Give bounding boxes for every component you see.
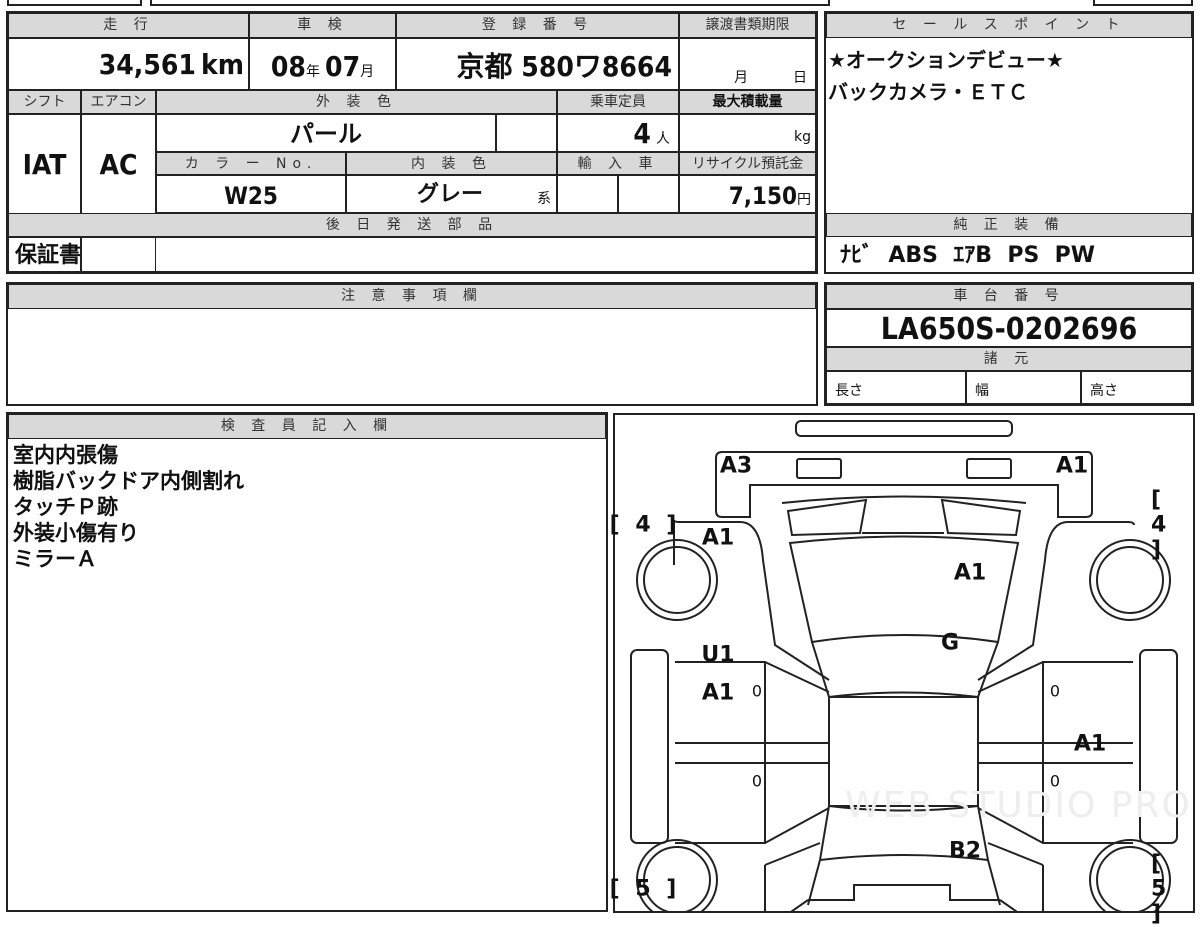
inspector-line: 外装小傷有り bbox=[13, 521, 139, 545]
import-cell-2 bbox=[618, 175, 679, 213]
color-no-label: カ ラ ー No. bbox=[156, 152, 346, 175]
damage-mark: A1 bbox=[1055, 453, 1089, 479]
specs-label: 諸 元 bbox=[826, 347, 1192, 371]
door-zero: 0 bbox=[751, 771, 763, 791]
damage-mark: A1 bbox=[701, 680, 735, 706]
damage-mark: G bbox=[940, 630, 960, 656]
max-load-label: 最大積載量 bbox=[679, 90, 816, 114]
interior-color-suffix: 系 bbox=[537, 191, 551, 207]
mileage-value: 34,561 bbox=[98, 48, 196, 81]
inspector-line: 樹脂バックドア内側割れ bbox=[13, 469, 244, 493]
aircon-label: エアコン bbox=[81, 90, 156, 114]
recycle-label: リサイクル預託金 bbox=[679, 152, 816, 175]
genuine-equipment-value: ﾅﾋﾞ ABS ｴｱB PS PW bbox=[840, 243, 1096, 268]
watermark: WEB STUDIO PRO bbox=[845, 785, 1192, 826]
interior-color-value: グレー bbox=[417, 182, 484, 207]
sales-point-line: ★オークションデビュー★ bbox=[828, 48, 1064, 72]
recycle-unit: 円 bbox=[797, 192, 811, 208]
exterior-color-label: 外 装 色 bbox=[156, 90, 557, 114]
mileage-cell: 34,561 km bbox=[8, 38, 249, 90]
month-unit: 月 bbox=[360, 64, 375, 80]
inspector-line: ミラーＡ bbox=[13, 547, 97, 571]
inspection-cell: 08年 07月 bbox=[249, 38, 396, 90]
tread-front-left: [ 4 ] bbox=[609, 512, 681, 538]
transfer-month-unit: 月 bbox=[734, 70, 748, 86]
damage-mark: U1 bbox=[701, 642, 735, 668]
capacity-label: 乗車定員 bbox=[557, 90, 679, 114]
damage-mark: A3 bbox=[719, 453, 753, 479]
tread-rear-left: [ 5 ] bbox=[609, 876, 681, 902]
interior-color-cell: グレー 系 bbox=[346, 175, 557, 213]
exterior-color-value: パール bbox=[156, 114, 496, 152]
import-label: 輸 入 車 bbox=[557, 152, 679, 175]
chassis-box: 車 台 番 号 LA650S-0202696 諸 元 長さ 幅 高さ bbox=[824, 282, 1194, 406]
height-label: 高さ bbox=[1081, 371, 1192, 404]
top-strip bbox=[0, 0, 1200, 6]
transfer-deadline-label: 譲渡書類期限 bbox=[679, 13, 816, 38]
notes-box: 注 意 事 項 欄 bbox=[6, 282, 818, 406]
capacity-cell: 4 人 bbox=[557, 114, 679, 152]
car-outline bbox=[630, 420, 1178, 913]
damage-mark: A1 bbox=[701, 525, 735, 551]
year-unit: 年 bbox=[305, 64, 320, 80]
inspector-notes: 室内内張傷 樹脂バックドア内側割れ タッチＰ跡 外装小傷有り ミラーＡ bbox=[13, 442, 244, 572]
mileage-label: 走 行 bbox=[8, 13, 249, 38]
inspector-label: 検 査 員 記 入 欄 bbox=[8, 414, 606, 439]
length-label: 長さ bbox=[826, 371, 966, 404]
transfer-deadline-cell: 月 日 bbox=[679, 38, 816, 90]
sales-point-line: バックカメラ・ＥＴＣ bbox=[828, 80, 1028, 104]
color-no-value: W25 bbox=[156, 175, 346, 213]
transfer-day-unit: 日 bbox=[793, 70, 807, 86]
damage-mark: A1 bbox=[1073, 731, 1107, 757]
inspector-box: 検 査 員 記 入 欄 室内内張傷 樹脂バックドア内側割れ タッチＰ跡 外装小傷… bbox=[6, 412, 608, 912]
capacity-unit: 人 bbox=[656, 131, 670, 147]
chassis-value: LA650S-0202696 bbox=[826, 309, 1192, 347]
damage-mark: A1 bbox=[953, 560, 987, 586]
inspection-month: 07 bbox=[325, 50, 361, 83]
max-load-unit: kg bbox=[679, 114, 816, 152]
sales-points-box: セ ー ル ス ポ イ ン ト ★オークションデビュー★ バックカメラ・ＥＴＣ … bbox=[824, 11, 1194, 274]
genuine-equipment-label: 純 正 装 備 bbox=[826, 213, 1192, 237]
later-parts-label: 後 日 発 送 部 品 bbox=[8, 213, 816, 237]
tread-front-right: [ 4 ] bbox=[1151, 487, 1171, 563]
door-zero: 0 bbox=[1049, 771, 1061, 791]
inspection-year: 08 bbox=[270, 50, 306, 83]
sales-points-label: セ ー ル ス ポ イ ン ト bbox=[826, 13, 1192, 38]
registration-value: 京都 580ワ8664 bbox=[396, 38, 679, 90]
chassis-label: 車 台 番 号 bbox=[826, 284, 1192, 309]
recycle-cell: 7,150円 bbox=[679, 175, 816, 213]
door-zero: 0 bbox=[1049, 681, 1061, 701]
recycle-value: 7,150 bbox=[728, 182, 797, 210]
registration-label: 登 録 番 号 bbox=[396, 13, 679, 38]
inspection-label: 車 検 bbox=[249, 13, 396, 38]
vehicle-info-table: 走 行 車 検 登 録 番 号 譲渡書類期限 34,561 km 08年 07月… bbox=[6, 11, 818, 274]
door-zero: 0 bbox=[751, 681, 763, 701]
exterior-color-extra bbox=[496, 114, 557, 152]
width-label: 幅 bbox=[966, 371, 1081, 404]
shift-label: シフト bbox=[8, 90, 81, 114]
notes-label: 注 意 事 項 欄 bbox=[8, 284, 816, 309]
tread-rear-right: [ 5 ] bbox=[1151, 851, 1171, 927]
import-cell-1 bbox=[557, 175, 618, 213]
damage-diagram: WEB STUDIO PRO A3 A1 A1 A1 G U1 A1 A1 B2… bbox=[609, 413, 1195, 927]
mileage-unit: km bbox=[201, 48, 244, 81]
damage-mark: B2 bbox=[948, 838, 982, 864]
interior-color-label: 内 装 色 bbox=[346, 152, 557, 175]
later-parts-value: 保証書 bbox=[8, 237, 816, 272]
inspector-line: タッチＰ跡 bbox=[13, 495, 118, 519]
capacity-value: 4 bbox=[633, 117, 651, 150]
inspector-line: 室内内張傷 bbox=[13, 443, 118, 467]
